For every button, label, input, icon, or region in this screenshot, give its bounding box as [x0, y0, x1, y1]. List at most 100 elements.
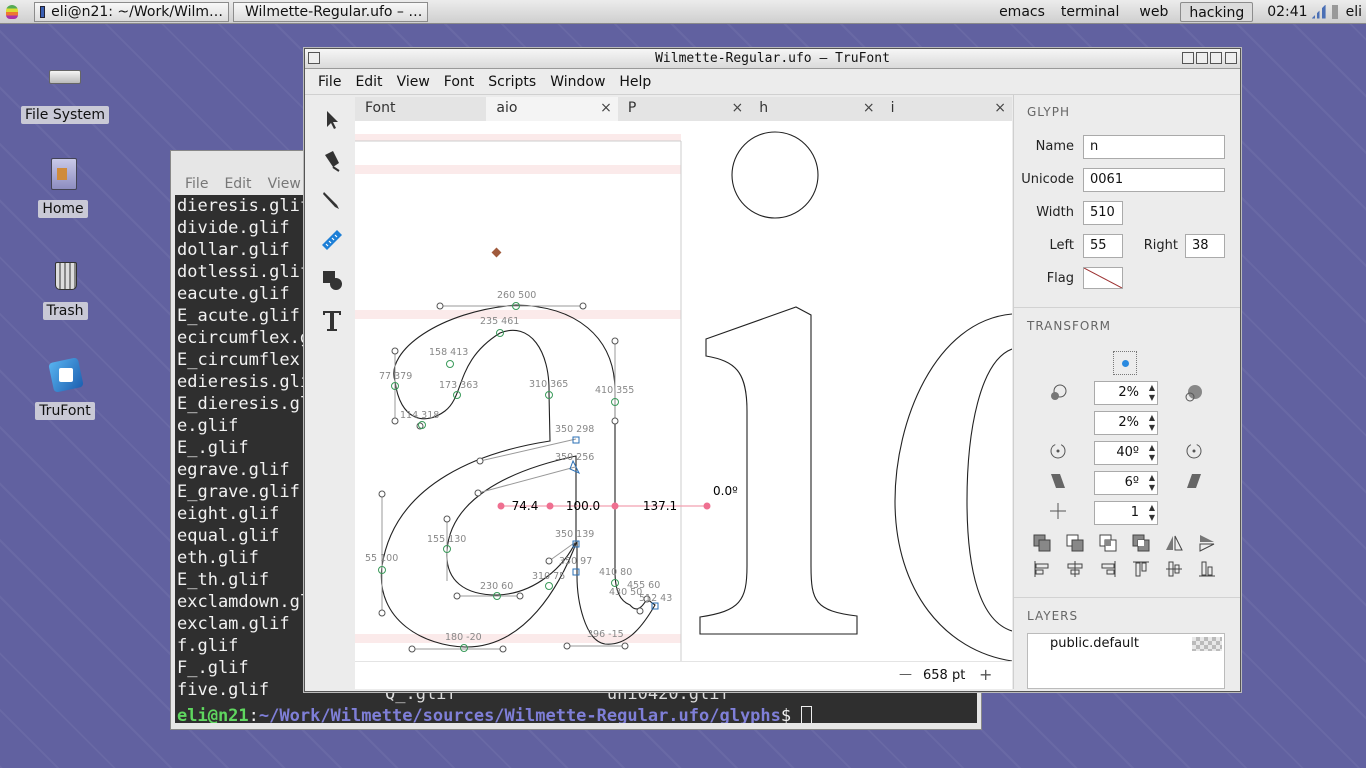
minimize-button[interactable] [1196, 52, 1208, 64]
scale-up-icon[interactable] [1184, 383, 1204, 403]
workspace-terminal[interactable]: terminal [1053, 2, 1127, 22]
pen-tool-icon[interactable] [319, 147, 345, 173]
desktop-icon-trash[interactable]: Trash [20, 258, 110, 320]
align-right-icon[interactable] [1098, 559, 1118, 579]
on-curve-point[interactable] [446, 360, 454, 368]
flip-horizontal-icon[interactable] [1164, 533, 1184, 553]
shade-button[interactable] [1182, 52, 1194, 64]
trufont-window[interactable]: Wilmette-Regular.ufo – TruFont File Edit… [304, 48, 1241, 692]
flag-color-swatch[interactable] [1083, 267, 1123, 289]
taskbar-trufont[interactable]: Wilmette-Regular.ufo – … [233, 1, 428, 22]
unicode-field[interactable]: 0061 [1083, 168, 1225, 192]
tab-font[interactable]: Font [355, 97, 486, 121]
off-curve-point[interactable] [563, 642, 571, 650]
glyph-canvas[interactable]: 260 500 235 461 158 413 77 379 173 363 114 31… [355, 121, 1012, 689]
tab-aio[interactable]: aio × [486, 97, 618, 121]
flip-vertical-icon[interactable] [1197, 533, 1217, 553]
menu-edit[interactable]: Edit [355, 74, 382, 90]
menu-file[interactable]: File [318, 74, 341, 90]
off-curve-point[interactable] [545, 557, 553, 565]
on-curve-point[interactable] [460, 644, 468, 652]
workspace-emacs[interactable]: emacs [991, 2, 1053, 22]
right-sidebearing-field[interactable]: 38 [1185, 234, 1225, 258]
off-curve-point[interactable] [443, 515, 451, 523]
knife-tool-icon[interactable] [319, 187, 345, 213]
spin-arrows[interactable]: ▲ ▼ [1149, 473, 1155, 493]
scale-x-spinbox[interactable]: 2% ▲ ▼ [1094, 381, 1158, 405]
menu-scripts[interactable]: Scripts [488, 74, 536, 90]
skew-spinbox[interactable]: 6º ▲ ▼ [1094, 471, 1158, 495]
terminal-menu-view[interactable]: View [268, 176, 301, 192]
spin-arrows[interactable]: ▲ ▼ [1149, 443, 1155, 463]
zoom-out-button[interactable]: — [899, 667, 912, 682]
zoom-in-button[interactable]: + [979, 665, 992, 684]
rotate-spinbox[interactable]: 40º ▲ ▼ [1094, 441, 1158, 465]
align-middle-icon[interactable] [1164, 559, 1184, 579]
spin-arrows[interactable]: ▲ ▼ [1149, 413, 1155, 433]
close-tab-icon[interactable]: × [731, 97, 743, 119]
skew-left-icon[interactable] [1048, 471, 1068, 491]
selection-tool-icon[interactable] [319, 107, 345, 133]
off-curve-point[interactable] [474, 489, 482, 497]
menu-help[interactable]: Help [619, 74, 651, 90]
subtract-icon[interactable] [1065, 533, 1085, 553]
workspace-web[interactable]: web [1131, 2, 1176, 22]
xor-icon[interactable] [1131, 533, 1151, 553]
on-curve-points[interactable] [378, 302, 619, 652]
off-curve-point[interactable] [611, 417, 619, 425]
layer-color-swatch[interactable] [1192, 637, 1222, 651]
off-curve-point[interactable] [476, 457, 484, 465]
align-bottom-icon[interactable] [1197, 559, 1217, 579]
off-curve-point[interactable] [611, 337, 619, 345]
desktop-icon-trufont[interactable]: TruFont [20, 357, 110, 420]
close-tab-icon[interactable]: × [863, 97, 875, 119]
spin-arrows[interactable]: ▲ ▼ [1149, 383, 1155, 403]
glyph-canvas-svg[interactable]: 260 500 235 461 158 413 77 379 173 363 114 31… [355, 121, 1012, 689]
scale-y-spinbox[interactable]: 2% ▲ ▼ [1094, 411, 1158, 435]
tab-i[interactable]: i × [881, 97, 1012, 121]
window-menu-button[interactable] [308, 52, 320, 64]
workspace-hacking[interactable]: hacking [1180, 1, 1254, 22]
scale-down-icon[interactable] [1048, 383, 1068, 403]
left-sidebearing-field[interactable]: 55 [1083, 234, 1123, 258]
ruler-tool-icon[interactable] [319, 227, 345, 253]
close-button[interactable] [1225, 52, 1237, 64]
close-tab-icon[interactable]: × [994, 97, 1006, 119]
snap-icon[interactable] [1048, 501, 1068, 521]
rotate-left-icon[interactable] [1048, 441, 1068, 461]
width-field[interactable]: 510 [1083, 201, 1123, 225]
text-tool-icon[interactable] [319, 307, 345, 333]
off-curve-point[interactable] [436, 302, 444, 310]
user-menu[interactable]: eli [1338, 2, 1366, 22]
tab-h[interactable]: h × [749, 97, 880, 121]
off-curve-point[interactable] [378, 609, 386, 617]
menu-font[interactable]: Font [444, 74, 474, 90]
origin-selector[interactable] [1113, 351, 1137, 375]
measurement-line[interactable]: 74.4 100.0 137.1 0.0º [497, 484, 739, 513]
skew-right-icon[interactable] [1184, 471, 1204, 491]
layer-item[interactable]: public.default [1028, 634, 1224, 654]
off-curve-point[interactable] [636, 607, 644, 615]
window-titlebar[interactable]: Wilmette-Regular.ufo – TruFont [305, 49, 1240, 69]
shapes-tool-icon[interactable] [319, 267, 345, 293]
off-curve-point[interactable] [453, 592, 461, 600]
off-curve-point[interactable] [621, 642, 629, 650]
tab-p[interactable]: P × [618, 97, 749, 121]
terminal-menu-file[interactable]: File [185, 176, 208, 192]
taskbar-terminal[interactable]: eli@n21: ~/Work/Wilm… [34, 1, 229, 22]
spin-arrows[interactable]: ▲ ▼ [1149, 503, 1155, 523]
intersect-icon[interactable] [1098, 533, 1118, 553]
off-curve-point[interactable] [499, 645, 507, 653]
union-icon[interactable] [1032, 533, 1052, 553]
terminal-menu-edit[interactable]: Edit [224, 176, 251, 192]
align-left-icon[interactable] [1032, 559, 1052, 579]
align-top-icon[interactable] [1131, 559, 1151, 579]
menu-window[interactable]: Window [550, 74, 605, 90]
close-tab-icon[interactable]: × [600, 97, 612, 119]
off-curve-point[interactable] [579, 302, 587, 310]
anchor-point[interactable] [491, 247, 502, 258]
off-curve-point[interactable] [516, 592, 524, 600]
desktop-icon-home[interactable]: Home [18, 156, 108, 218]
off-curve-point[interactable] [391, 347, 399, 355]
off-curve-point[interactable] [378, 490, 386, 498]
